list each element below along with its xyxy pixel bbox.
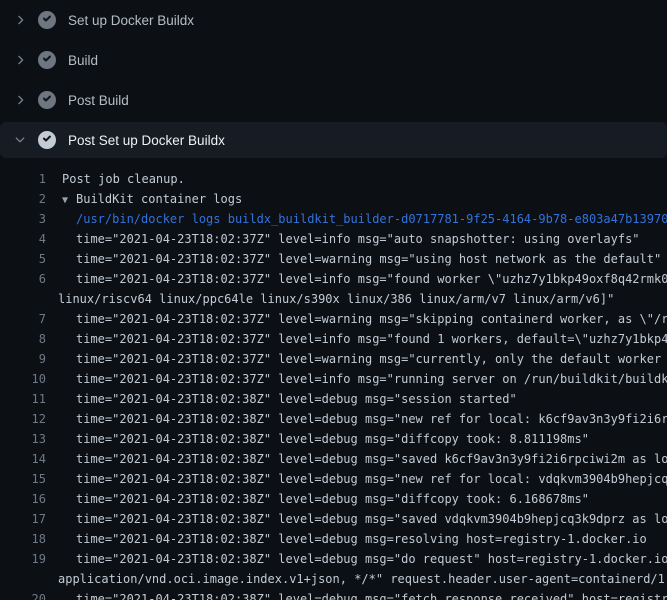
line-number[interactable]: 20 <box>0 589 46 600</box>
log-text: time="2021-04-23T18:02:37Z" level=warnin… <box>46 249 661 269</box>
log-text: application/vnd.oci.image.index.v1+json,… <box>46 569 667 589</box>
step-row-post-set-up-docker-buildx[interactable]: Post Set up Docker Buildx <box>0 122 667 158</box>
line-number[interactable]: 8 <box>0 329 46 349</box>
log-text: time="2021-04-23T18:02:37Z" level=info m… <box>46 369 667 389</box>
log-text: time="2021-04-23T18:02:38Z" level=debug … <box>46 449 667 469</box>
log-text: time="2021-04-23T18:02:37Z" level=warnin… <box>46 309 667 329</box>
chevron-right-icon[interactable] <box>12 52 28 68</box>
log-text: time="2021-04-23T18:02:38Z" level=debug … <box>46 489 589 509</box>
line-number[interactable]: 12 <box>0 409 46 429</box>
log-row: linux/riscv64 linux/ppc64le linux/s390x … <box>0 289 667 309</box>
line-number[interactable]: 9 <box>0 349 46 369</box>
triangle-down-icon[interactable]: ▼ <box>62 191 76 209</box>
line-number[interactable]: 7 <box>0 309 46 329</box>
step-row-build[interactable]: Build <box>0 40 667 80</box>
chevron-right-icon[interactable] <box>12 12 28 28</box>
line-number <box>0 289 46 309</box>
log-row: 6time="2021-04-23T18:02:37Z" level=info … <box>0 269 667 289</box>
step-row-set-up-docker-buildx[interactable]: Set up Docker Buildx <box>0 0 667 40</box>
log-text: time="2021-04-23T18:02:38Z" level=debug … <box>46 589 667 600</box>
log-row: 1Post job cleanup. <box>0 169 667 189</box>
line-number[interactable]: 14 <box>0 449 46 469</box>
log-viewer: 1Post job cleanup.2▼BuildKit container l… <box>0 160 667 600</box>
log-row: 5time="2021-04-23T18:02:37Z" level=warni… <box>0 249 667 269</box>
log-row: application/vnd.oci.image.index.v1+json,… <box>0 569 667 589</box>
log-row: 7time="2021-04-23T18:02:37Z" level=warni… <box>0 309 667 329</box>
log-group-label[interactable]: BuildKit container logs <box>76 192 242 206</box>
log-row: 19time="2021-04-23T18:02:38Z" level=debu… <box>0 549 667 569</box>
line-number <box>0 569 46 589</box>
log-row: 13time="2021-04-23T18:02:38Z" level=debu… <box>0 429 667 449</box>
line-number[interactable]: 6 <box>0 269 46 289</box>
line-number[interactable]: 18 <box>0 529 46 549</box>
log-text: time="2021-04-23T18:02:38Z" level=debug … <box>46 549 667 569</box>
step-row-post-build[interactable]: Post Build <box>0 80 667 120</box>
log-row: 12time="2021-04-23T18:02:38Z" level=debu… <box>0 409 667 429</box>
log-row: 4time="2021-04-23T18:02:37Z" level=info … <box>0 229 667 249</box>
log-row: 18time="2021-04-23T18:02:38Z" level=debu… <box>0 529 667 549</box>
line-number[interactable]: 4 <box>0 229 46 249</box>
line-number[interactable]: 13 <box>0 429 46 449</box>
log-row: 3/usr/bin/docker logs buildx_buildkit_bu… <box>0 209 667 229</box>
log-text: time="2021-04-23T18:02:37Z" level=info m… <box>46 269 667 289</box>
line-number[interactable]: 11 <box>0 389 46 409</box>
log-row: 14time="2021-04-23T18:02:38Z" level=debu… <box>0 449 667 469</box>
log-row: 16time="2021-04-23T18:02:38Z" level=debu… <box>0 489 667 509</box>
step-label: Set up Docker Buildx <box>68 13 194 28</box>
line-number[interactable]: 5 <box>0 249 46 269</box>
log-text: time="2021-04-23T18:02:37Z" level=info m… <box>46 229 640 249</box>
line-number[interactable]: 2 <box>0 189 46 209</box>
log-text: time="2021-04-23T18:02:37Z" level=warnin… <box>46 349 667 369</box>
log-text: time="2021-04-23T18:02:38Z" level=debug … <box>46 389 517 409</box>
log-row: 8time="2021-04-23T18:02:37Z" level=info … <box>0 329 667 349</box>
check-circle-icon <box>38 51 56 69</box>
log-row: 9time="2021-04-23T18:02:37Z" level=warni… <box>0 349 667 369</box>
log-row: 2▼BuildKit container logs <box>0 189 667 209</box>
line-number[interactable]: 17 <box>0 509 46 529</box>
log-text[interactable]: ▼BuildKit container logs <box>46 189 242 209</box>
log-row: 20time="2021-04-23T18:02:38Z" level=debu… <box>0 589 667 600</box>
actions-log-panel: Set up Docker Buildx Build Post Build Post … <box>0 0 667 600</box>
log-row: 15time="2021-04-23T18:02:38Z" level=debu… <box>0 469 667 489</box>
chevron-right-icon[interactable] <box>12 92 28 108</box>
line-number[interactable]: 19 <box>0 549 46 569</box>
check-circle-icon <box>38 91 56 109</box>
log-row: 10time="2021-04-23T18:02:37Z" level=info… <box>0 369 667 389</box>
line-number[interactable]: 15 <box>0 469 46 489</box>
log-row: 17time="2021-04-23T18:02:38Z" level=debu… <box>0 509 667 529</box>
check-circle-icon <box>38 131 56 149</box>
line-number[interactable]: 1 <box>0 169 46 189</box>
log-text: time="2021-04-23T18:02:38Z" level=debug … <box>46 409 667 429</box>
line-number[interactable]: 3 <box>0 209 46 229</box>
log-text: time="2021-04-23T18:02:38Z" level=debug … <box>46 429 589 449</box>
log-text: linux/riscv64 linux/ppc64le linux/s390x … <box>46 289 614 309</box>
log-text: time="2021-04-23T18:02:38Z" level=debug … <box>46 469 667 489</box>
log-text: Post job cleanup. <box>46 169 185 189</box>
steps-list: Set up Docker Buildx Build Post Build Post … <box>0 0 667 158</box>
chevron-down-icon[interactable] <box>12 132 28 148</box>
log-text: time="2021-04-23T18:02:37Z" level=info m… <box>46 329 667 349</box>
log-row: 11time="2021-04-23T18:02:38Z" level=debu… <box>0 389 667 409</box>
step-label: Post Build <box>68 93 129 108</box>
step-label: Post Set up Docker Buildx <box>68 133 225 148</box>
log-text: time="2021-04-23T18:02:38Z" level=debug … <box>46 529 647 549</box>
log-text: time="2021-04-23T18:02:38Z" level=debug … <box>46 509 667 529</box>
check-circle-icon <box>38 11 56 29</box>
line-number[interactable]: 16 <box>0 489 46 509</box>
log-command-text: /usr/bin/docker logs buildx_buildkit_bui… <box>46 209 667 229</box>
step-label: Build <box>68 53 98 68</box>
line-number[interactable]: 10 <box>0 369 46 389</box>
